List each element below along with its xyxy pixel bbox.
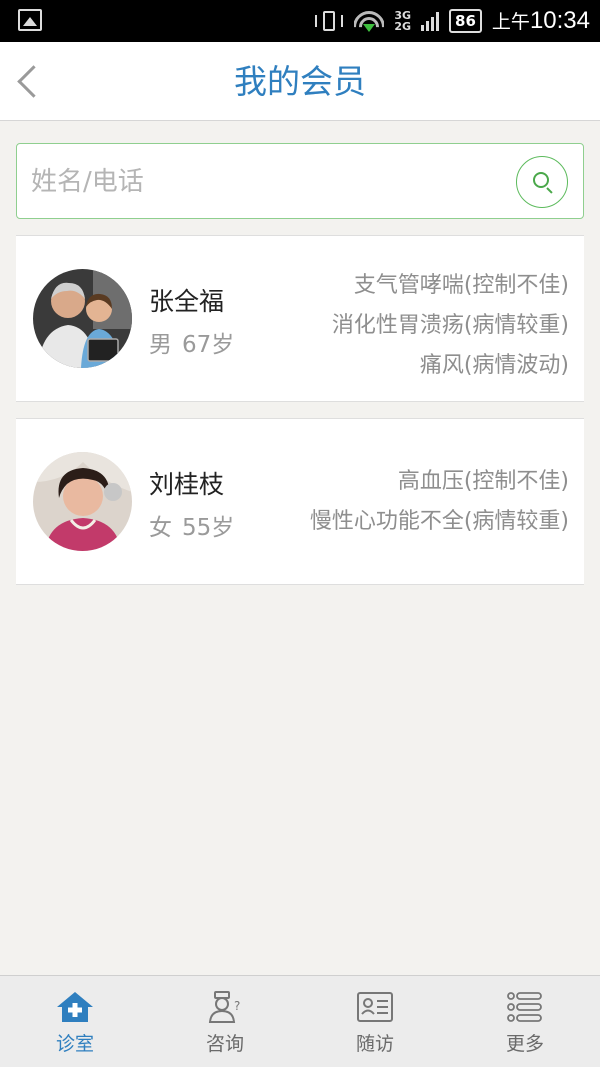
home-plus-icon bbox=[57, 992, 93, 1022]
search-bar bbox=[16, 143, 584, 219]
image-notification-icon bbox=[18, 9, 42, 31]
search-input[interactable] bbox=[31, 162, 511, 202]
nav-label: 随访 bbox=[355, 1033, 394, 1055]
network-type: 3G 2G bbox=[394, 9, 412, 33]
condition-item: 痛风(病情波动) bbox=[419, 353, 569, 378]
nav-label: 咨询 bbox=[205, 1033, 244, 1055]
doctor-question-icon: ? bbox=[208, 991, 240, 1023]
clock-time: 10:34 bbox=[529, 7, 590, 34]
member-gender: 男 bbox=[149, 332, 172, 358]
member-info: 女 55岁 bbox=[149, 508, 234, 542]
condition-list: 支气管哮喘(控制不佳) 消化性胃溃疡(病情较重) 痛风(病情波动) bbox=[332, 266, 569, 386]
nav-label: 更多 bbox=[505, 1033, 544, 1055]
member-age: 67岁 bbox=[182, 332, 235, 358]
condition-item: 消化性胃溃疡(病情较重) bbox=[331, 313, 569, 338]
nav-label: 诊室 bbox=[55, 1033, 94, 1055]
vibrate-icon bbox=[314, 10, 344, 32]
list-icon bbox=[507, 992, 542, 1022]
wifi-icon bbox=[354, 9, 385, 33]
status-bar: 3G 2G 86 上午10:34 bbox=[0, 0, 600, 42]
search-icon bbox=[533, 172, 549, 188]
nav-item-consult[interactable]: ? 咨询 bbox=[150, 976, 300, 1067]
member-info: 男 67岁 bbox=[149, 325, 234, 359]
nav-item-clinic[interactable]: 诊室 bbox=[0, 976, 150, 1067]
member-name: 刘桂枝 bbox=[149, 470, 225, 499]
bottom-nav: 诊室 ? 咨询 随访 更多 bbox=[0, 975, 600, 1067]
member-card[interactable]: 刘桂枝 女 55岁 高血压(控制不佳) 慢性心功能不全(病情较重) bbox=[16, 418, 584, 585]
member-age: 55岁 bbox=[182, 515, 235, 541]
clock-ampm: 上午 bbox=[491, 12, 530, 33]
member-name: 张全福 bbox=[149, 287, 225, 316]
condition-item: 支气管哮喘(控制不佳) bbox=[353, 273, 569, 298]
signal-icon bbox=[421, 11, 440, 31]
member-gender: 女 bbox=[149, 515, 172, 541]
svg-text:?: ? bbox=[234, 999, 240, 1013]
condition-list: 高血压(控制不佳) 慢性心功能不全(病情较重) bbox=[310, 462, 569, 542]
app-header: 我的会员 bbox=[0, 42, 600, 121]
search-button[interactable] bbox=[516, 156, 568, 208]
avatar bbox=[33, 269, 132, 368]
page-title: 我的会员 bbox=[234, 62, 366, 101]
battery-level: 86 bbox=[449, 9, 482, 33]
member-card[interactable]: 张全福 男 67岁 支气管哮喘(控制不佳) 消化性胃溃疡(病情较重) 痛风(病情波… bbox=[16, 235, 584, 402]
nav-item-followup[interactable]: 随访 bbox=[300, 976, 450, 1067]
condition-item: 高血压(控制不佳) bbox=[397, 469, 569, 494]
id-card-icon bbox=[357, 992, 393, 1022]
nav-item-more[interactable]: 更多 bbox=[450, 976, 600, 1067]
avatar bbox=[33, 452, 132, 551]
status-bar-right: 3G 2G 86 上午10:34 bbox=[314, 0, 590, 42]
clock: 上午10:34 bbox=[492, 7, 590, 35]
condition-item: 慢性心功能不全(病情较重) bbox=[309, 509, 569, 534]
